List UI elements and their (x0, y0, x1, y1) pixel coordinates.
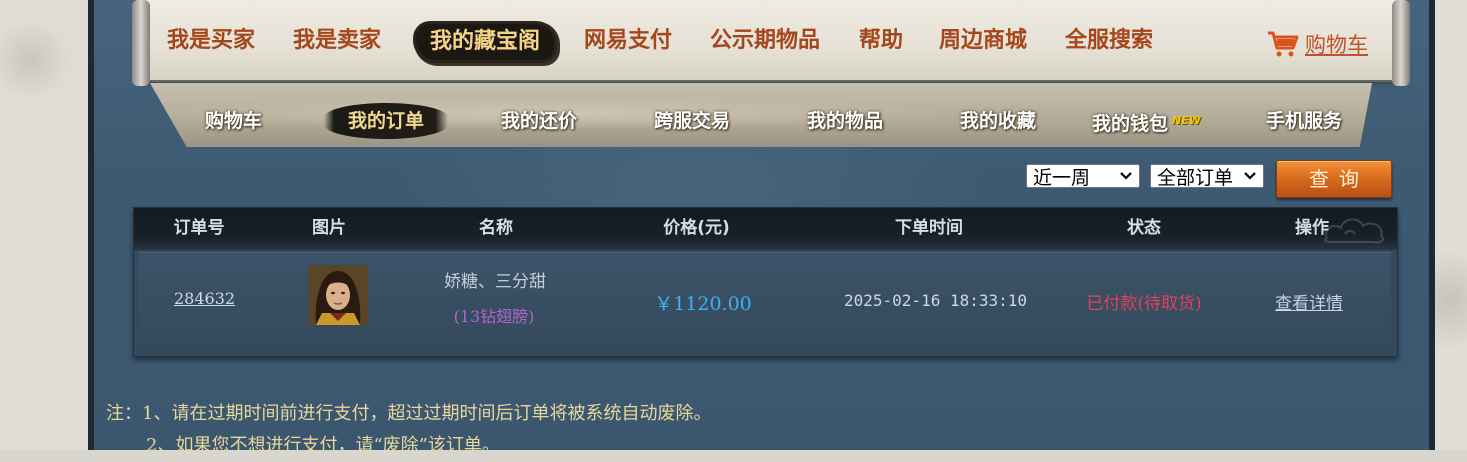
new-badge: NEW (1172, 114, 1201, 127)
header-order-time: 下单时间 (895, 218, 963, 238)
nav-shop[interactable]: 周边商城 (939, 22, 1027, 62)
header-name: 名称 (479, 218, 513, 238)
tab-cart[interactable]: 购物车 (205, 103, 262, 139)
tab-my-wallet[interactable]: 我的钱包 NEW (1092, 103, 1201, 139)
tab-my-wallet-label: 我的钱包 (1092, 113, 1169, 135)
tab-my-counteroffers[interactable]: 我的还价 (501, 103, 577, 139)
table-row: 284632 娇糖、三分甜 (13钻翅膀) ￥1120.00 2025-02-1… (138, 252, 1391, 349)
tab-cross-server[interactable]: 跨服交易 (654, 103, 730, 139)
order-type-select[interactable]: 全部订单 (1150, 164, 1264, 189)
item-name: 娇糖、三分甜 (444, 272, 546, 292)
header-status: 状态 (1127, 218, 1161, 238)
sub-nav: 购物车 我的订单 我的还价 跨服交易 我的物品 我的收藏 我的钱包 NEW 手机服… (150, 83, 1372, 147)
cloud-ornament-icon (1323, 218, 1385, 244)
order-type-select-value: 全部订单 (1157, 166, 1234, 189)
header-image: 图片 (312, 218, 346, 238)
nav-public-items[interactable]: 公示期物品 (710, 22, 820, 62)
notes: 注：1、请在过期时间前进行支付，超过过期时间后订单将被系统自动废除。 2、如果您… (106, 398, 711, 462)
tab-my-favorites[interactable]: 我的收藏 (960, 103, 1036, 139)
view-details-link[interactable]: 查看详情 (1274, 289, 1344, 314)
period-select-value: 近一周 (1033, 166, 1091, 189)
nav-netease-pay[interactable]: 网易支付 (584, 22, 672, 62)
nav-global-search[interactable]: 全服搜索 (1065, 22, 1153, 62)
order-id-link[interactable]: 284632 (174, 289, 235, 308)
nav-my-treasure[interactable]: 我的藏宝阁 (416, 24, 555, 60)
cart-icon (1268, 31, 1299, 57)
note-line-2: 2、如果您不想进行支付，请“废除”该订单。 (146, 435, 500, 456)
tab-mobile-service[interactable]: 手机服务 (1266, 103, 1342, 139)
item-subtitle: (13钻翅膀) (453, 307, 535, 326)
table-header: 订单号 图片 名称 价格(元) 下单时间 状态 操作 (134, 208, 1397, 250)
chevron-down-icon (1120, 172, 1132, 180)
tab-my-items[interactable]: 我的物品 (807, 103, 883, 139)
nav-seller[interactable]: 我是卖家 (293, 22, 381, 62)
header-order-id: 订单号 (173, 218, 225, 238)
main-nav-scroll: 我是买家 我是卖家 我的藏宝阁 网易支付 公示期物品 帮助 周边商城 全服搜索 … (132, 0, 1410, 86)
orders-table: 订单号 图片 名称 价格(元) 下单时间 状态 操作 284632 娇糖、三分甜… (133, 207, 1398, 357)
main-nav: 我是买家 我是卖家 我的藏宝阁 网易支付 公示期物品 帮助 周边商城 全服搜索 … (140, 22, 1402, 62)
nav-buyer[interactable]: 我是买家 (167, 22, 255, 62)
header-price: 价格(元) (663, 218, 730, 238)
period-select[interactable]: 近一周 (1026, 164, 1140, 189)
query-button[interactable]: 查询 (1276, 160, 1392, 198)
tab-my-orders[interactable]: 我的订单 (324, 103, 449, 139)
item-image[interactable] (308, 265, 368, 325)
character-portrait-icon (308, 265, 368, 325)
cart-link[interactable]: 购物车 (1267, 28, 1368, 60)
chevron-down-icon (1244, 172, 1256, 180)
order-time: 2025-02-16 18:33:10 (844, 291, 1028, 310)
nav-help[interactable]: 帮助 (859, 22, 903, 62)
note-line-1: 注：1、请在过期时间前进行支付，超过过期时间后订单将被系统自动废除。 (106, 403, 712, 424)
cart-label[interactable]: 购物车 (1305, 29, 1368, 59)
item-price: ￥1120.00 (654, 293, 752, 315)
order-status: 已付款(待取货) (1086, 294, 1202, 314)
